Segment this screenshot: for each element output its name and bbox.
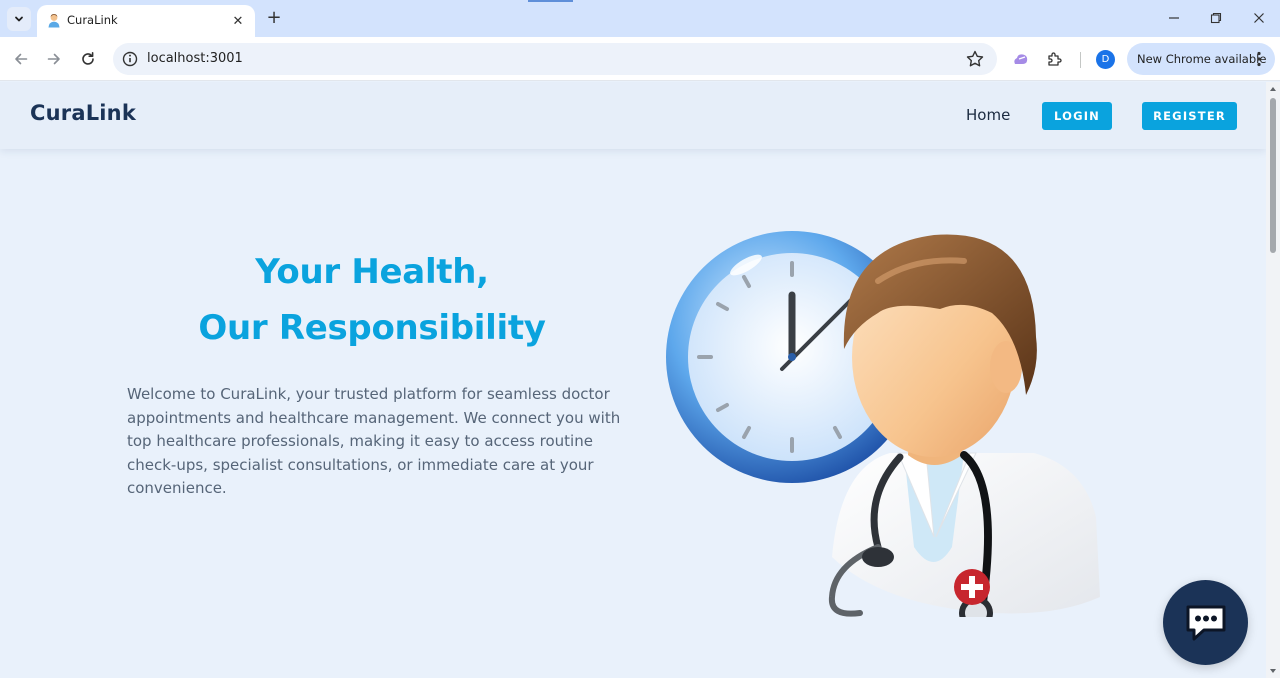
- reload-icon[interactable]: [76, 47, 100, 71]
- site-header: CuraLink Home LOGIN REGISTER: [0, 82, 1266, 149]
- restore-window-icon[interactable]: [1202, 6, 1230, 30]
- url-text: localhost:3001: [147, 51, 243, 66]
- profile-avatar[interactable]: D: [1096, 50, 1115, 69]
- back-arrow-icon[interactable]: [9, 47, 33, 71]
- tab-drag-indicator: [528, 0, 573, 2]
- chat-bubble-icon: [1186, 605, 1225, 640]
- update-label: New Chrome available: [1137, 52, 1267, 66]
- bookmark-star-icon[interactable]: [965, 49, 985, 69]
- chrome-update-button[interactable]: New Chrome available: [1127, 43, 1275, 75]
- more-menu-icon[interactable]: [1251, 50, 1267, 68]
- page-content: CuraLink Home LOGIN REGISTER Your Health…: [0, 82, 1266, 678]
- scroll-down-arrow-icon[interactable]: [1269, 667, 1277, 675]
- extensions-puzzle-icon[interactable]: [1045, 49, 1065, 69]
- hero-title-line2: Our Responsibility: [198, 308, 546, 348]
- extension-cloud-icon[interactable]: [1011, 49, 1031, 69]
- nav-home-link[interactable]: Home: [966, 106, 1010, 124]
- close-window-icon[interactable]: [1245, 6, 1273, 30]
- tab-title: CuraLink: [67, 13, 118, 27]
- hero-description: Welcome to CuraLink, your trusted platfo…: [127, 385, 621, 497]
- tab-search-button[interactable]: [7, 7, 31, 31]
- minimize-window-icon[interactable]: [1160, 6, 1188, 30]
- login-button[interactable]: LOGIN: [1042, 102, 1112, 130]
- doctor-clock-illustration: [666, 231, 1100, 617]
- doctor-favicon-icon: [48, 14, 60, 28]
- forward-arrow-icon[interactable]: [42, 47, 66, 71]
- register-button[interactable]: REGISTER: [1142, 102, 1237, 130]
- address-bar[interactable]: localhost:3001: [113, 43, 997, 75]
- chat-button[interactable]: [1163, 580, 1248, 665]
- site-info-icon[interactable]: [121, 50, 139, 68]
- new-tab-button[interactable]: +: [263, 8, 285, 30]
- hero-title-line1: Your Health,: [255, 252, 489, 292]
- site-logo[interactable]: CuraLink: [30, 101, 136, 125]
- browser-tab-strip: CuraLink ✕ +: [0, 0, 1280, 37]
- browser-toolbar: localhost:3001 D New Chrome available: [0, 37, 1280, 81]
- toolbar-separator: [1080, 52, 1081, 68]
- chevron-down-icon: [15, 16, 23, 22]
- scroll-thumb[interactable]: [1270, 98, 1276, 253]
- page-scrollbar[interactable]: [1266, 82, 1280, 678]
- close-tab-icon[interactable]: ✕: [229, 12, 247, 30]
- browser-tab[interactable]: CuraLink ✕: [37, 5, 255, 37]
- scroll-up-arrow-icon[interactable]: [1269, 85, 1277, 93]
